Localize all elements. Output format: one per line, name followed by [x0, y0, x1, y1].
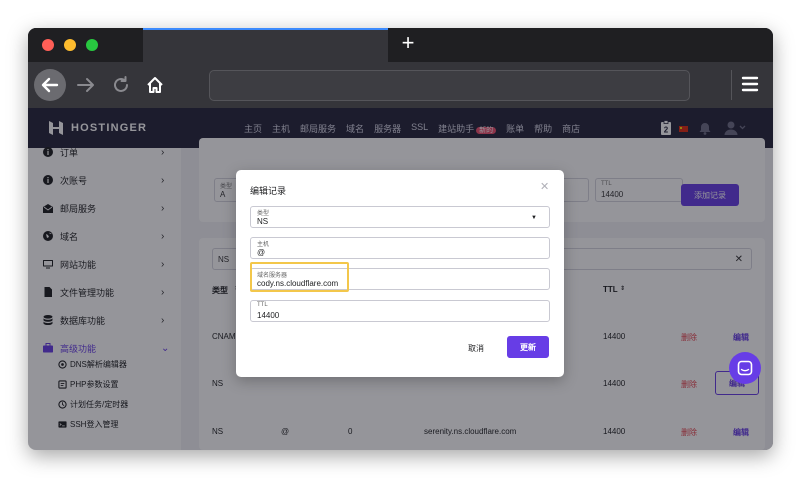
new-tab-button[interactable]: +: [396, 32, 420, 56]
caret-down-icon: ▼: [531, 215, 537, 221]
address-bar[interactable]: [209, 70, 690, 101]
field-label: TTL: [257, 302, 268, 308]
browser-window: + HOSTINGER 主页 主机 邮局服务 域名 服务器 SSL 建站助手 新…: [28, 28, 773, 450]
browser-toolbar: [28, 62, 773, 108]
home-icon: [147, 77, 163, 93]
browser-tab-active[interactable]: [143, 28, 388, 62]
dialog-host-input[interactable]: 主机 @: [250, 237, 550, 259]
reload-button[interactable]: [105, 69, 137, 101]
web-page: HOSTINGER 主页 主机 邮局服务 域名 服务器 SSL 建站助手 新的 账…: [28, 108, 773, 450]
hamburger-menu-icon: [741, 76, 759, 92]
home-button[interactable]: [139, 69, 171, 101]
arrow-right-icon: [77, 78, 94, 92]
live-chat-button[interactable]: [729, 352, 761, 384]
field-value: @: [257, 248, 266, 257]
reload-icon: [114, 76, 128, 92]
close-icon[interactable]: ✕: [540, 180, 549, 193]
dialog-ttl-input[interactable]: TTL 14400: [250, 300, 550, 322]
field-label: 类型: [257, 211, 270, 217]
edit-record-dialog: 编辑记录 ✕ 类型 NS ▼ 主机 @ 域名服务器 cody.ns.cloudf…: [236, 170, 564, 377]
field-value: NS: [257, 217, 269, 226]
dialog-title: 编辑记录: [250, 186, 287, 196]
arrow-left-icon: [41, 77, 59, 93]
browser-menu-button[interactable]: [740, 73, 760, 95]
field-label: 主机: [257, 242, 270, 248]
maximize-window-button[interactable]: [86, 39, 98, 51]
back-button[interactable]: [34, 69, 66, 101]
minimize-window-button[interactable]: [64, 39, 76, 51]
forward-button[interactable]: [70, 69, 102, 101]
toolbar-divider: [731, 70, 732, 100]
cancel-button[interactable]: 取消: [468, 343, 484, 354]
chat-icon: [737, 360, 753, 376]
nameserver-highlight: [250, 262, 349, 292]
dialog-type-select[interactable]: 类型 NS ▼: [250, 206, 550, 228]
tab-bar: +: [28, 28, 773, 62]
close-window-button[interactable]: [42, 39, 54, 51]
update-button[interactable]: 更新: [507, 336, 549, 358]
field-value: 14400: [257, 311, 280, 320]
